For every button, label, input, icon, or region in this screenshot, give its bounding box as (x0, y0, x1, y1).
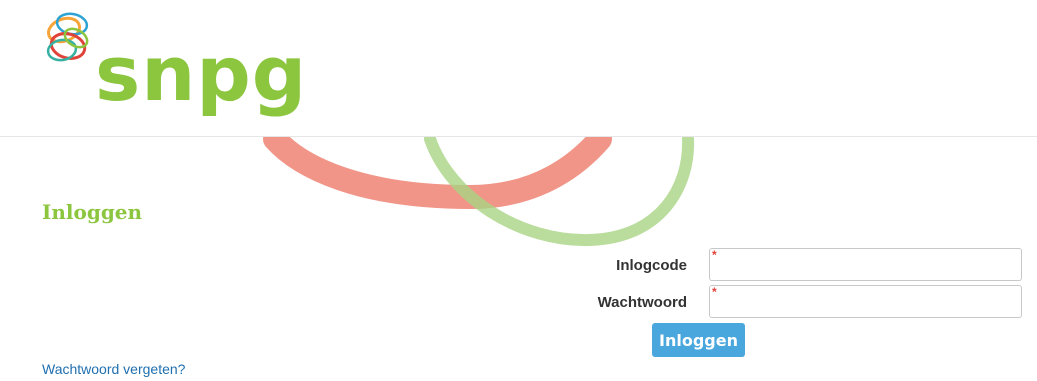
snpg-logo-icon (46, 12, 89, 62)
forgot-password-link[interactable]: Wachtwoord vergeten? (42, 361, 185, 377)
login-button[interactable]: Inloggen (652, 323, 745, 357)
login-code-field-wrap: * (709, 248, 1022, 281)
password-field-wrap: * (709, 285, 1022, 318)
snpg-logo-text: snpg (95, 29, 308, 118)
page-title: Inloggen (42, 200, 143, 224)
login-code-label: Inlogcode (616, 257, 687, 274)
login-page: snpg Inloggen Inlogcode * Wachtwoord * I… (0, 0, 1037, 381)
password-label: Wachtwoord (597, 294, 687, 311)
login-code-input[interactable] (709, 248, 1022, 281)
password-input[interactable] (709, 285, 1022, 318)
required-marker: * (712, 285, 717, 299)
required-marker: * (712, 248, 717, 262)
site-header: snpg (0, 0, 1037, 136)
decorative-swoosh-graphic (263, 137, 695, 247)
